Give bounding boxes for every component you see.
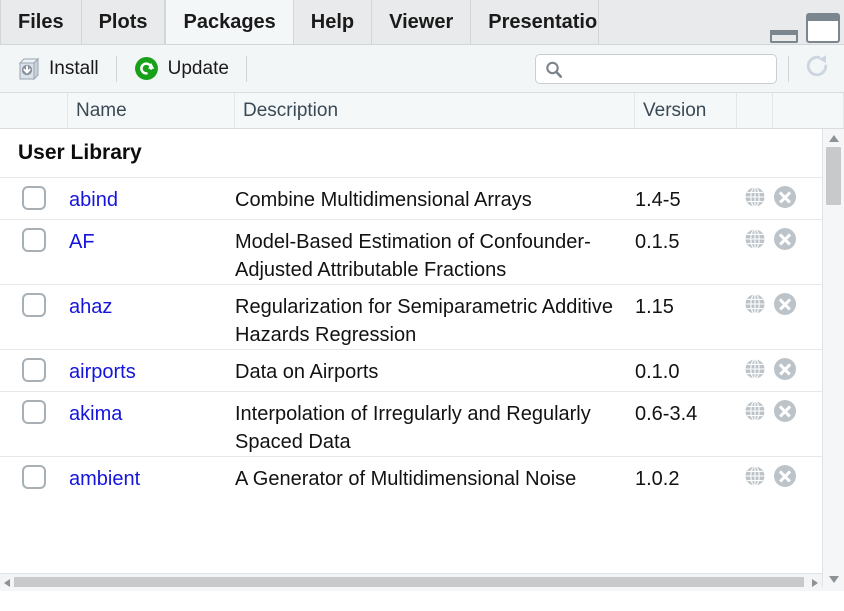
table-row[interactable]: akima Interpolation of Irregularly and Re… (0, 391, 844, 456)
tab-plots[interactable]: Plots (81, 0, 166, 44)
search-area (535, 52, 834, 86)
remove-circle-icon[interactable] (774, 400, 796, 422)
vertical-scroll-thumb[interactable] (826, 147, 841, 205)
column-header-version[interactable]: Version (635, 93, 737, 128)
package-checkbox-cell (0, 285, 68, 349)
column-header-select[interactable] (0, 93, 68, 128)
update-button[interactable]: Update (128, 53, 235, 84)
column-header-description[interactable]: Description (235, 93, 635, 128)
package-checkbox-cell (0, 350, 68, 391)
install-label: Install (49, 57, 99, 79)
package-name-link[interactable]: AF (68, 220, 235, 284)
package-description: Regularization for Semiparametric Additi… (235, 296, 613, 346)
table-row[interactable]: AF Model-Based Estimation of Confounder-A… (0, 219, 844, 284)
scroll-left-arrow[interactable] (4, 579, 10, 587)
package-version: 1.4-5 (635, 189, 681, 211)
scroll-up-arrow[interactable] (829, 135, 839, 142)
package-checkbox-cell (0, 178, 68, 219)
window-controls (764, 13, 840, 43)
package-browse-cell (737, 392, 773, 456)
globe-icon[interactable] (744, 228, 766, 284)
toolbar-separator-2 (245, 55, 247, 82)
package-name-link[interactable]: akima (68, 392, 235, 456)
tab-packages[interactable]: Packages (165, 0, 294, 44)
package-name-link[interactable]: ambient (68, 457, 235, 498)
packages-table: User Library abind Combine Multidimension… (0, 129, 844, 591)
package-name-link[interactable]: airports (68, 350, 235, 391)
column-header-remove[interactable] (773, 93, 844, 128)
column-header-browse[interactable] (737, 93, 773, 128)
search-input[interactable] (536, 54, 776, 83)
globe-icon[interactable] (744, 293, 766, 349)
install-button[interactable]: Install (10, 54, 105, 84)
package-checkbox[interactable] (22, 293, 46, 317)
table-row[interactable]: abind Combine Multidimensional Arrays 1.4-… (0, 177, 844, 219)
scroll-down-arrow[interactable] (829, 576, 839, 583)
package-browse-cell (737, 457, 773, 498)
package-checkbox[interactable] (22, 400, 46, 424)
package-version: 1.0.2 (635, 468, 680, 490)
toolbar-separator (115, 55, 117, 82)
globe-icon[interactable] (744, 186, 766, 219)
package-checkbox[interactable] (22, 465, 46, 489)
remove-circle-icon[interactable] (774, 293, 796, 315)
package-checkbox[interactable] (22, 228, 46, 252)
minimize-icon[interactable] (770, 30, 798, 43)
install-package-icon (16, 57, 40, 81)
packages-toolbar: Install Update (0, 45, 844, 93)
scroll-right-arrow[interactable] (812, 579, 818, 587)
package-version: 1.15 (635, 296, 674, 318)
package-checkbox[interactable] (22, 186, 46, 210)
package-browse-cell (737, 220, 773, 284)
refresh-button[interactable] (800, 52, 834, 86)
remove-circle-icon[interactable] (774, 465, 796, 487)
vertical-scrollbar[interactable] (822, 129, 844, 591)
globe-icon[interactable] (744, 358, 766, 391)
package-version: 0.6-3.4 (635, 403, 698, 425)
package-browse-cell (737, 178, 773, 219)
package-checkbox-cell (0, 457, 68, 498)
tab-viewer[interactable]: Viewer (372, 0, 472, 44)
package-description: Combine Multidimensional Arrays (235, 189, 532, 211)
search-box[interactable] (535, 53, 777, 85)
table-row[interactable]: ahaz Regularization for Semiparametric Ad… (0, 284, 844, 349)
package-browse-cell (737, 285, 773, 349)
update-label: Update (167, 57, 229, 79)
packages-rows: User Library abind Combine Multidimension… (0, 129, 844, 498)
tab-files[interactable]: Files (0, 0, 82, 44)
table-row[interactable]: airports Data on Airports 0.1.0 (0, 349, 844, 391)
globe-icon[interactable] (744, 400, 766, 456)
column-header-name[interactable]: Name (68, 93, 235, 128)
package-description: A Generator of Multidimensional Noise (235, 468, 577, 490)
maximize-icon[interactable] (806, 13, 840, 43)
library-section-header: User Library (0, 129, 844, 177)
toolbar-separator-3 (788, 55, 789, 82)
package-name-link[interactable]: ahaz (68, 285, 235, 349)
table-row[interactable]: ambient A Generator of Multidimensional N… (0, 456, 844, 498)
package-description: Data on Airports (235, 361, 379, 383)
package-version: 0.1.5 (635, 231, 680, 253)
tab-bar: Files Plots Packages Help Viewer Present… (0, 0, 844, 45)
tab-presentation[interactable]: Presentatio (471, 0, 600, 44)
package-description: Interpolation of Irregularly and Regular… (235, 403, 591, 453)
remove-circle-icon[interactable] (774, 186, 796, 208)
package-version: 0.1.0 (635, 361, 680, 383)
globe-icon[interactable] (744, 465, 766, 498)
package-description: Model-Based Estimation of Confounder-Adj… (235, 231, 591, 281)
remove-circle-icon[interactable] (774, 358, 796, 380)
remove-circle-icon[interactable] (774, 228, 796, 250)
bottom-filler (0, 587, 844, 591)
package-browse-cell (737, 350, 773, 391)
package-checkbox-cell (0, 220, 68, 284)
tab-help[interactable]: Help (293, 0, 373, 44)
package-name-link[interactable]: abind (68, 178, 235, 219)
column-header-row: Name Description Version (0, 93, 844, 129)
refresh-icon (802, 51, 832, 86)
package-checkbox-cell (0, 392, 68, 456)
search-icon (544, 60, 564, 85)
update-refresh-icon (134, 56, 159, 81)
package-checkbox[interactable] (22, 358, 46, 382)
